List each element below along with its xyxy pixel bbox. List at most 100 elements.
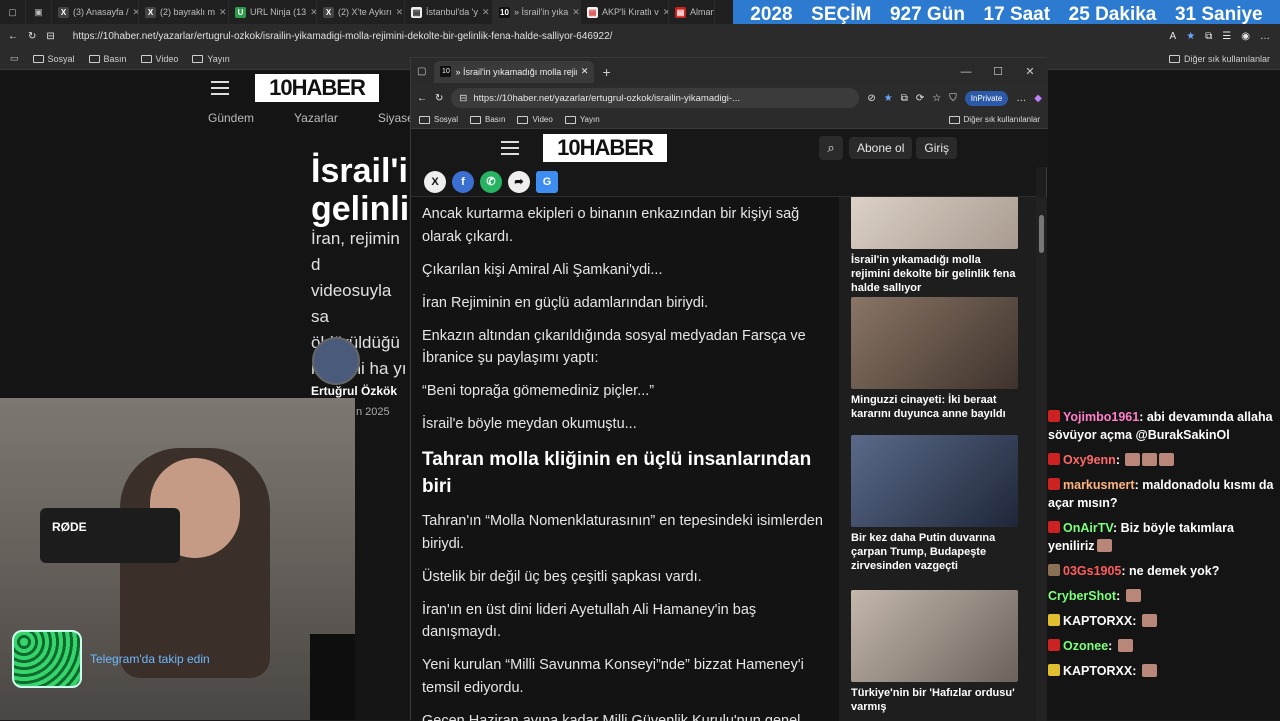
window-menu-icon[interactable]: ▢ [0, 0, 26, 24]
bg-tab-8[interactable]: ▤Alman [669, 0, 715, 24]
other-bookmarks[interactable]: Diğer sık kullanılanlar [1169, 54, 1280, 64]
news-card[interactable]: Minguzzi cinayeti: İki beraat kararını d… [851, 297, 1018, 421]
bookmark-folder-sosyal[interactable]: Sosyal [419, 115, 458, 124]
fg-address-bar: ← ↻ ⊟https://10haber.net/yazarlar/ertugr… [411, 85, 1048, 111]
bookmark-folder-video[interactable]: Video [141, 54, 179, 64]
site-logo[interactable]: 10HABER [543, 134, 667, 162]
collections-icon[interactable]: ☰ [1222, 31, 1231, 42]
close-icon[interactable]: ✕ [219, 7, 227, 18]
bg-tab-1[interactable]: X(3) Anasayfa /✕ [52, 0, 139, 24]
bg-tab-5[interactable]: ▤İstanbul'da 'y✕ [405, 0, 493, 24]
countdown-days: 927 Gün [890, 4, 965, 26]
bookmark-folder-basin[interactable]: Basın [89, 54, 127, 64]
chat-username[interactable]: KAPTORXX [1063, 614, 1132, 628]
other-bookmarks[interactable]: Diğer sık kullanılanlar [949, 115, 1048, 124]
profile-avatar[interactable]: ◉ [1241, 31, 1250, 42]
subscribe-button[interactable]: Abone ol [849, 137, 912, 159]
shield-icon[interactable]: ⛉ [949, 93, 957, 104]
news-card[interactable]: Türkiye'nin bir 'Hafızlar ordusu' varmış [851, 590, 1018, 714]
news-card[interactable]: İsrail'in yıkamadığı molla rejimini deko… [851, 197, 1018, 295]
inprivate-badge[interactable]: InPrivate [965, 91, 1009, 106]
chat-emote-icon [1142, 453, 1157, 466]
menu-icon[interactable] [211, 81, 229, 95]
chat-username[interactable]: 03Gs1905 [1063, 564, 1121, 578]
close-window-icon[interactable]: ✕ [1014, 58, 1046, 85]
close-icon[interactable]: ✕ [396, 7, 404, 18]
refresh-extension-icon[interactable]: ⟳ [916, 93, 924, 104]
telegram-text: Telegram'da takip edin [90, 652, 210, 666]
more-menu-icon[interactable]: … [1260, 31, 1270, 42]
window-menu-icon[interactable]: ▢ [417, 66, 426, 77]
search-icon[interactable]: ⌕ [819, 136, 843, 160]
share-icon[interactable]: ➦ [508, 171, 530, 193]
tab-list-icon[interactable]: ▣ [26, 0, 52, 24]
bg-tab-4[interactable]: X(2) X'te Aykırı✕ [317, 0, 405, 24]
nav-item-gundem[interactable]: Gündem [208, 111, 254, 125]
chat-username[interactable]: markusmert [1063, 478, 1135, 492]
favorite-star-icon[interactable]: ★ [884, 93, 893, 104]
bg-tab-2[interactable]: X(2) bayraklı m✕ [139, 0, 229, 24]
new-tab-icon[interactable]: + [602, 64, 610, 80]
chat-message: markusmert: maldonadolu kısmı da açar mı… [1048, 476, 1280, 512]
copilot-icon[interactable]: ◆ [1034, 93, 1042, 104]
refresh-icon[interactable]: ↻ [28, 31, 36, 42]
fg-url-field[interactable]: ⊟https://10haber.net/yazarlar/ertugrul-o… [451, 88, 859, 108]
chat-username[interactable]: Yojimbo1961 [1063, 410, 1139, 424]
chat-username[interactable]: Ozonee [1063, 639, 1108, 653]
folder-icon [517, 116, 528, 124]
site-header: 10HABER ⌕ Abone ol Giriş [411, 129, 1048, 167]
more-menu-icon[interactable]: … [1016, 93, 1026, 104]
nav-item-yazarlar[interactable]: Yazarlar [294, 111, 338, 125]
extensions-icon[interactable]: ⧉ [901, 93, 908, 104]
close-icon[interactable]: ✕ [581, 66, 589, 77]
bg-url-field[interactable]: https://10haber.net/yazarlar/ertugrul-oz… [73, 31, 613, 42]
minimize-icon[interactable]: — [950, 58, 982, 85]
bookmarks-icon[interactable]: ▭ [10, 53, 19, 64]
author-avatar[interactable] [312, 337, 360, 385]
chat-username[interactable]: OnAirTV [1063, 521, 1113, 535]
favorite-star-icon[interactable]: ★ [1186, 31, 1195, 42]
scrollbar-thumb[interactable] [1039, 215, 1044, 253]
site-info-icon[interactable]: ⊟ [46, 31, 54, 42]
site-info-icon[interactable]: ⊟ [459, 93, 467, 104]
author-name[interactable]: Ertuğrul Özkök [311, 384, 397, 398]
back-icon[interactable]: ← [417, 93, 427, 104]
chat-emote-icon [1126, 589, 1141, 602]
bg-tab-6-active[interactable]: 10» İsrail'in yıka✕ [493, 0, 581, 24]
bookmark-folder-basin[interactable]: Basın [470, 115, 505, 124]
close-icon[interactable]: ✕ [572, 7, 580, 18]
tab-title: (3) Anasayfa / [73, 7, 129, 17]
whatsapp-icon[interactable]: ✆ [480, 171, 502, 193]
x-icon[interactable]: X [424, 171, 446, 193]
close-icon[interactable]: ✕ [482, 7, 490, 18]
folder-icon [141, 55, 152, 63]
news-card[interactable]: Bir kez daha Putin duvarına çarpan Trump… [851, 435, 1018, 573]
bookmark-folder-yayin[interactable]: Yayın [565, 115, 600, 124]
extensions-icon[interactable]: ⧉ [1205, 31, 1212, 42]
10haber-icon: 10 [440, 66, 451, 77]
bookmark-folder-yayin[interactable]: Yayın [192, 54, 229, 64]
chat-username[interactable]: Oxy9enn [1063, 453, 1116, 467]
bg-tab-3[interactable]: UURL Ninja (13✕ [229, 0, 317, 24]
fg-active-tab[interactable]: 10 » İsrail'in yıkamadığı molla rejimi ✕ [434, 61, 594, 83]
close-icon[interactable]: ✕ [310, 7, 317, 18]
site-logo[interactable]: 10HABER [255, 74, 379, 102]
chat-separator: : [1116, 453, 1124, 467]
chat-username[interactable]: KAPTORXX [1063, 664, 1132, 678]
maximize-icon[interactable]: ☐ [982, 58, 1014, 85]
login-button[interactable]: Giriş [916, 137, 957, 159]
google-news-icon[interactable]: G [536, 171, 558, 193]
tracking-prevention-icon[interactable]: ⊘ [867, 93, 875, 104]
refresh-icon[interactable]: ↻ [435, 93, 443, 104]
bookmark-folder-video[interactable]: Video [517, 115, 552, 124]
read-aloud-icon[interactable]: A [1170, 31, 1177, 42]
chat-message: Ozonee: [1048, 637, 1280, 655]
menu-icon[interactable] [501, 141, 519, 155]
chat-username[interactable]: CryberShot [1048, 589, 1116, 603]
facebook-icon[interactable]: f [452, 171, 474, 193]
back-icon[interactable]: ← [8, 31, 18, 42]
bookmark-folder-sosyal[interactable]: Sosyal [33, 54, 75, 64]
scrollbar[interactable] [1036, 197, 1047, 721]
bg-tab-7[interactable]: ▤AKP'li Kıratlı v✕ [581, 0, 669, 24]
favorites-icon[interactable]: ☆ [932, 93, 941, 104]
